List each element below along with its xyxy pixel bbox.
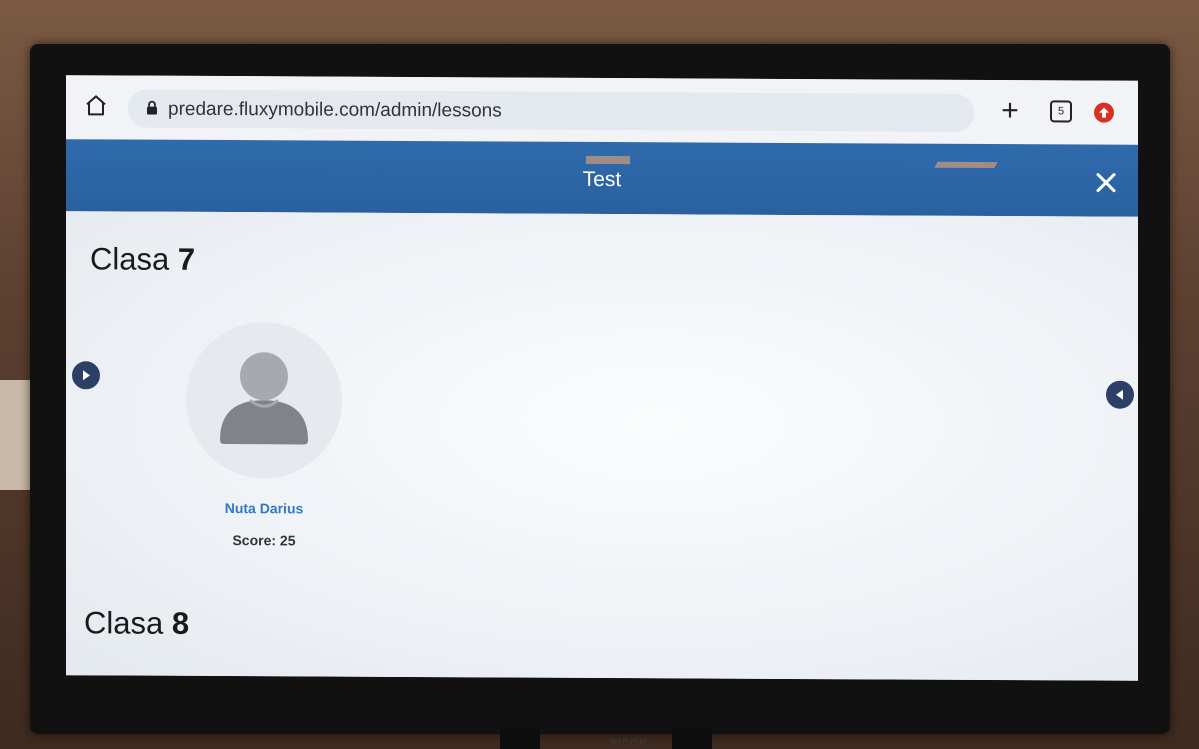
app-header: Test: [66, 139, 1138, 217]
url-text: predare.fluxymobile.com/admin/lessons: [168, 98, 502, 122]
class-heading-number: 8: [171, 605, 190, 641]
class-heading-7: Clasa 7: [90, 241, 195, 278]
person-avatar-icon: [220, 352, 308, 445]
avatar[interactable]: [186, 321, 342, 479]
class-heading-prefix: Clasa: [84, 605, 172, 641]
chevron-left-icon[interactable]: [1106, 380, 1134, 409]
student-score: Score: 25: [232, 532, 296, 549]
monitor-stand-right: [672, 728, 712, 749]
home-icon[interactable]: [84, 93, 108, 117]
monitor-stand-left: [500, 728, 540, 749]
light-reflection: [586, 155, 630, 165]
address-bar[interactable]: predare.fluxymobile.com/admin/lessons: [128, 89, 974, 132]
lock-icon: [146, 100, 158, 115]
class-list: Clasa 7 Nuta Darius Score: 25 Clasa 8: [66, 211, 1138, 681]
class-heading-number: 7: [177, 241, 196, 277]
light-reflection: [934, 161, 998, 169]
class-heading-prefix: Clasa: [90, 241, 178, 277]
page-title: Test: [582, 167, 622, 192]
chevron-right-icon[interactable]: [72, 361, 100, 390]
close-icon[interactable]: [1094, 171, 1118, 195]
monitor-brand: RICOH: [610, 738, 648, 749]
arrow-up-circle-icon[interactable]: [1094, 102, 1114, 123]
student-name[interactable]: Nuta Darius: [186, 500, 342, 517]
student-card[interactable]: Nuta Darius Score: 25: [186, 321, 346, 548]
class-heading-8: Clasa 8: [84, 605, 189, 642]
tabs-count-icon[interactable]: 5: [1050, 100, 1072, 123]
browser-toolbar: predare.fluxymobile.com/admin/lessons + …: [66, 75, 1138, 145]
screen: predare.fluxymobile.com/admin/lessons + …: [66, 75, 1138, 681]
new-tab-button[interactable]: +: [996, 94, 1024, 127]
